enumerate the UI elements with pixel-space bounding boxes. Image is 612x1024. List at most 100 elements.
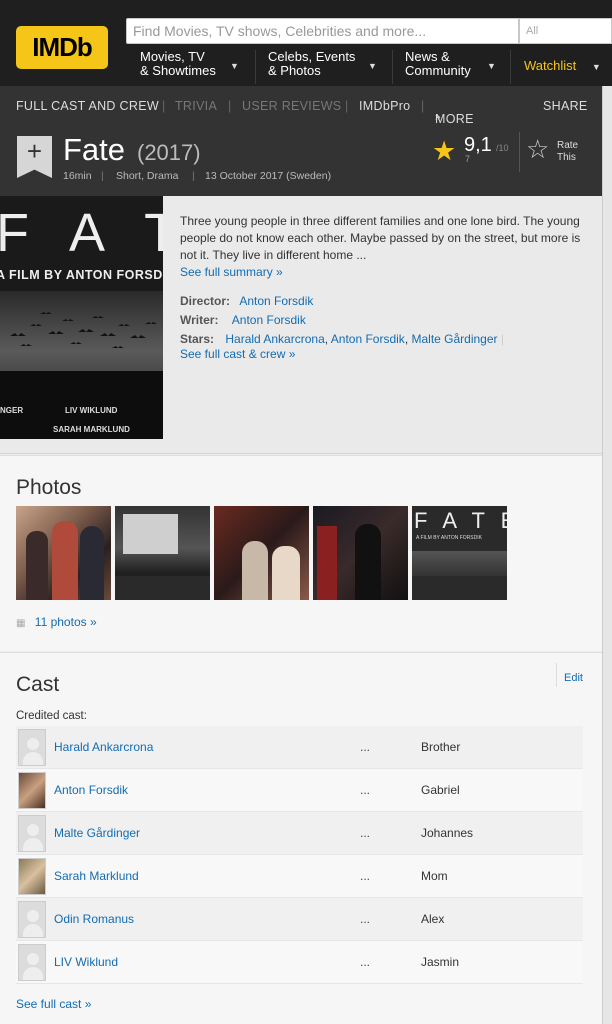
see-full-cast-crew-link[interactable]: See full cast & crew »: [180, 347, 295, 361]
cast-row: Harald Ankarcrona ... Brother: [16, 726, 583, 769]
nav-divider: [510, 50, 511, 84]
director-credit: Director: Anton Forsdik: [180, 294, 313, 308]
writer-label: Writer:: [180, 313, 219, 327]
nav-news-community[interactable]: News & Community ▼: [405, 48, 500, 84]
actor-link[interactable]: Odin Romanus: [54, 912, 134, 926]
poster-credit: SARAH MARKLUND: [53, 425, 130, 434]
actor-link[interactable]: LIV Wiklund: [54, 955, 118, 969]
stars-credit: Stars: Harald Ankarcrona, Anton Forsdik,…: [180, 332, 504, 346]
avatar-placeholder-icon[interactable]: [18, 901, 46, 938]
genres-link[interactable]: Short, Drama: [116, 170, 178, 182]
cast-row: Malte Gårdinger ... Johannes: [16, 812, 583, 855]
avatar[interactable]: [18, 772, 46, 809]
character-name: Jasmin: [421, 955, 460, 969]
nav-celebs-events-photos[interactable]: Celebs, Events & Photos ▼: [268, 48, 383, 84]
rate-this-button[interactable]: Rate This: [557, 140, 578, 164]
meta-separator: |: [101, 170, 104, 182]
character-name: Brother: [421, 740, 461, 754]
nav-label-line2: Community: [405, 63, 471, 78]
page-title: Fate: [63, 132, 126, 167]
avatar-placeholder-icon[interactable]: [18, 815, 46, 852]
photo-thumbnail[interactable]: [313, 506, 408, 600]
cast-ellipsis: ...: [360, 955, 371, 969]
see-full-cast-crew-label: See full cast & crew »: [180, 347, 296, 361]
nav-divider: [255, 50, 256, 84]
photo-thumbnail[interactable]: [16, 506, 111, 600]
star-link[interactable]: Anton Forsdik: [331, 332, 405, 346]
release-date-link[interactable]: 13 October 2017 (Sweden): [205, 170, 331, 182]
photo-thumbnail[interactable]: [214, 506, 309, 600]
cast-ellipsis: ...: [360, 826, 371, 840]
rating-count[interactable]: 7: [465, 154, 470, 164]
character-name: Mom: [421, 869, 448, 883]
avatar-placeholder-icon[interactable]: [18, 944, 46, 981]
nav-label-line1: News &: [405, 49, 450, 64]
photo-figure: [317, 526, 337, 600]
nav-label-line1: Celebs, Events: [268, 49, 356, 64]
imdbpro-link[interactable]: IMDbPro: [359, 99, 410, 113]
photos-count-label: 11 photos: [34, 615, 87, 629]
rate-star-outline-icon[interactable]: ☆: [526, 134, 549, 165]
caret-down-icon: ▼: [230, 61, 239, 71]
photos-heading: Photos: [16, 476, 82, 499]
title-year[interactable]: (2017): [137, 140, 201, 166]
double-chevron-down-icon: »: [435, 112, 441, 123]
subnav-separator: |: [162, 99, 166, 113]
photo-thumbnail[interactable]: [115, 506, 210, 600]
poster-tagline: A FILM BY ANTON FORSDI: [0, 268, 163, 282]
chevron-right-icon: »: [89, 615, 97, 629]
trivia-link[interactable]: TRIVIA: [175, 99, 217, 113]
star-link[interactable]: Harald Ankarcrona: [225, 332, 324, 346]
poster-image[interactable]: F A T A FILM BY ANTON FORSDI NGER LIV WI…: [0, 196, 163, 439]
imdb-logo[interactable]: IMDb: [16, 26, 108, 69]
character-name: Johannes: [421, 826, 474, 840]
writer-link[interactable]: Anton Forsdik: [232, 313, 306, 327]
nav-movies-tv-showtimes[interactable]: Movies, TV & Showtimes ▼: [140, 48, 250, 84]
credited-cast-label: Credited cast:: [16, 710, 87, 722]
photos-count-link[interactable]: ▦ 11 photos »: [16, 615, 97, 629]
cast-ellipsis: ...: [360, 783, 371, 797]
subnav-separator: |: [345, 99, 349, 113]
actor-link[interactable]: Sarah Marklund: [54, 869, 139, 883]
edit-cast-link[interactable]: Edit: [564, 672, 583, 684]
cast-row: Odin Romanus ... Alex: [16, 898, 583, 941]
subnav-separator: |: [421, 99, 425, 113]
photo-thumbnail[interactable]: F A T E A FILM BY ANTON FORSDIK: [412, 506, 507, 600]
photo-poster-tagline: A FILM BY ANTON FORSDIK: [416, 535, 482, 541]
birds-illustration: [10, 312, 157, 348]
photo-poster-title: F A T E: [414, 508, 507, 533]
caret-down-icon: ▼: [487, 61, 496, 71]
director-link[interactable]: Anton Forsdik: [239, 294, 313, 308]
cast-ellipsis: ...: [360, 912, 371, 926]
character-name: Gabriel: [421, 783, 460, 797]
search-input[interactable]: Find Movies, TV shows, Celebrities and m…: [126, 18, 519, 44]
add-to-watchlist-ribbon-icon[interactable]: +: [17, 136, 52, 178]
photo-figure: [26, 531, 48, 600]
watchlist-button[interactable]: Watchlist ▼: [524, 58, 601, 73]
avatar-placeholder-icon[interactable]: [18, 729, 46, 766]
rate-label-line1: Rate: [557, 140, 579, 151]
share-button[interactable]: SHARE: [543, 99, 588, 113]
user-reviews-link[interactable]: USER REVIEWS: [242, 99, 341, 113]
photo-figure: [52, 521, 78, 600]
actor-link[interactable]: Anton Forsdik: [54, 783, 128, 797]
actor-link[interactable]: Malte Gårdinger: [54, 826, 140, 840]
nav-label-line2: & Photos: [268, 63, 321, 78]
writer-credit: Writer: Anton Forsdik: [180, 313, 306, 327]
summary-text: Three young people in three different fa…: [180, 214, 581, 262]
subnav-separator: |: [228, 99, 232, 113]
title-bar: + Fate (2017) 16min | Short, Drama | 13 …: [0, 126, 602, 196]
see-full-summary-link[interactable]: See full summary »: [180, 265, 283, 279]
see-full-cast-link[interactable]: See full cast »: [16, 997, 91, 1011]
director-label: Director:: [180, 294, 231, 308]
star-link[interactable]: Malte Gårdinger: [411, 332, 497, 346]
search-category-select[interactable]: All: [519, 18, 612, 44]
grid-icon: ▦: [16, 618, 26, 629]
caret-down-icon: ▼: [591, 62, 601, 72]
actor-link[interactable]: Harald Ankarcrona: [54, 740, 153, 754]
full-cast-crew-link[interactable]: FULL CAST AND CREW: [16, 99, 159, 113]
photo-figure: [242, 541, 268, 600]
photo-audience: [115, 576, 210, 600]
page-scrollbar[interactable]: [602, 86, 612, 1024]
avatar[interactable]: [18, 858, 46, 895]
